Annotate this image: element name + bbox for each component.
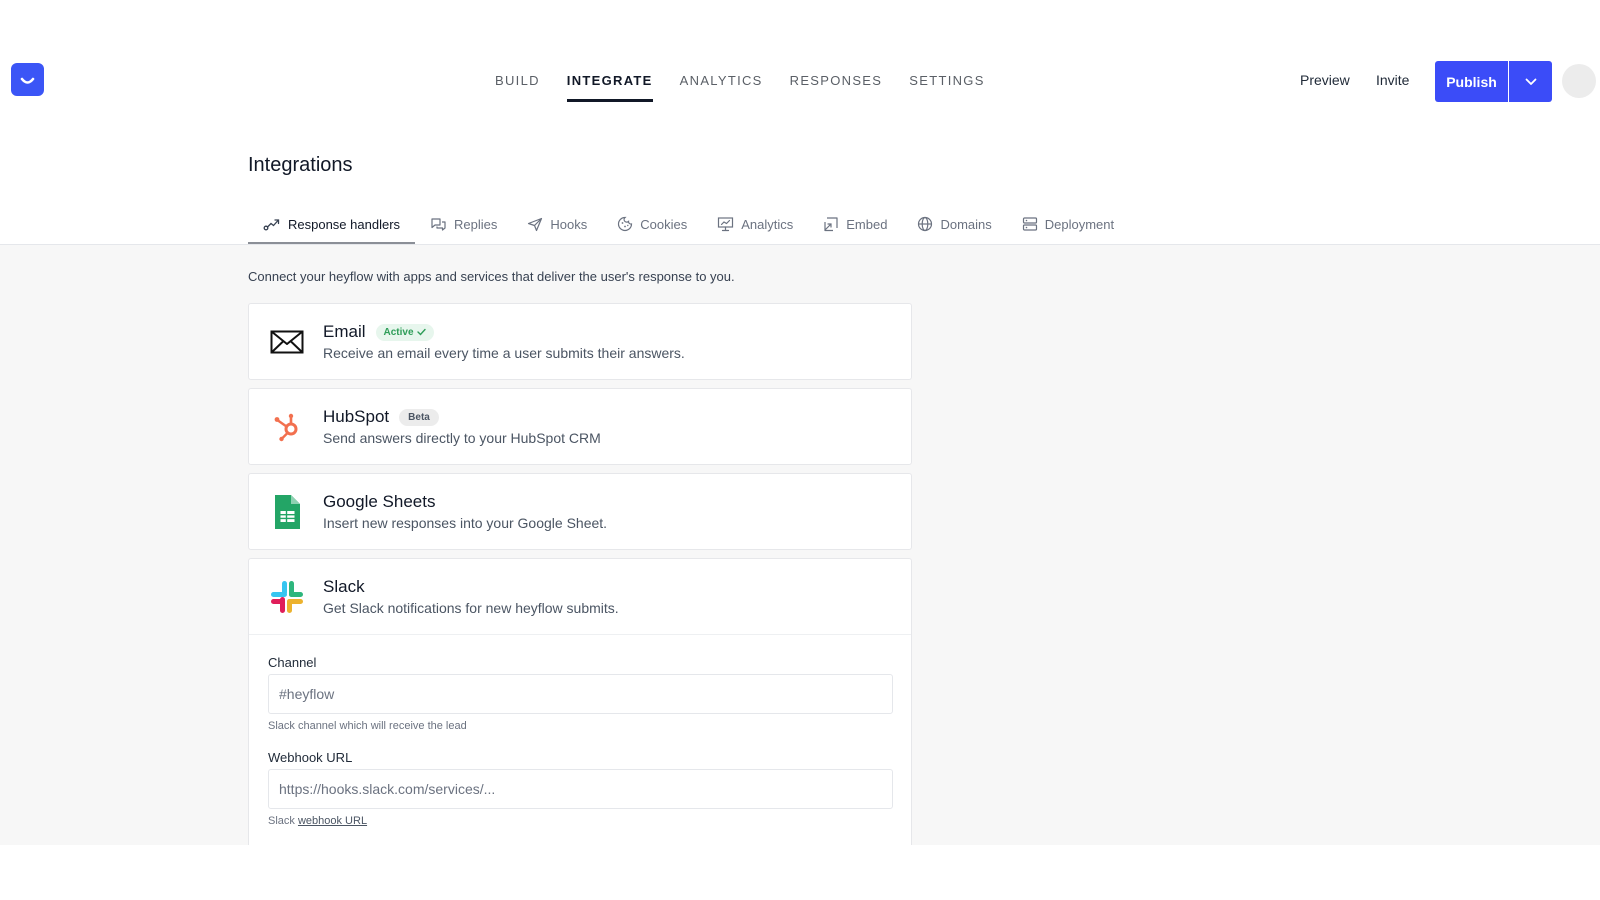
integration-description: Receive an email every time a user submi… [323, 345, 685, 361]
integration-description: Get Slack notifications for new heyflow … [323, 600, 619, 616]
integration-card-slack: Slack Get Slack notifications for new he… [248, 558, 912, 845]
subtab-replies[interactable]: Replies [415, 204, 512, 244]
subtab-domains[interactable]: Domains [902, 204, 1006, 244]
channel-input[interactable] [268, 674, 893, 714]
webhook-url-link[interactable]: webhook URL [298, 815, 367, 827]
hubspot-icon [274, 413, 298, 442]
preview-button[interactable]: Preview [1300, 72, 1350, 88]
integration-card-hubspot[interactable]: HubSpot Beta Send answers directly to yo… [248, 388, 912, 465]
subtab-analytics[interactable]: Analytics [702, 204, 808, 244]
status-badge-label: Active [383, 326, 414, 338]
server-icon [1022, 217, 1037, 231]
subtab-label: Replies [454, 216, 498, 232]
integration-subtabs: Response handlers Replies Hooks Cookies … [248, 204, 1129, 244]
integration-card-email[interactable]: Email Active Receive an email every time… [248, 303, 912, 380]
subtab-label: Embed [846, 216, 888, 232]
integration-name: Google Sheets [323, 492, 436, 511]
subtab-label: Cookies [640, 216, 688, 232]
webhook-url-input[interactable] [268, 769, 893, 809]
send-icon [528, 217, 543, 231]
presentation-chart-icon [718, 217, 734, 232]
subtab-response-handlers[interactable]: Response handlers [248, 204, 416, 244]
main-nav: BUILD INTEGRATE ANALYTICS RESPONSES SETT… [495, 60, 985, 102]
nav-tab-analytics[interactable]: ANALYTICS [680, 60, 763, 102]
slack-icon [271, 581, 303, 613]
globe-icon [918, 216, 933, 232]
chevron-down-icon [1525, 78, 1536, 85]
subtab-label: Response handlers [288, 216, 401, 232]
integration-card-google-sheets[interactable]: Google Sheets Insert new responses into … [248, 473, 912, 550]
subtab-label: Analytics [741, 216, 794, 232]
envelope-icon [270, 330, 304, 354]
publish-options-button[interactable] [1509, 61, 1552, 102]
subtab-label: Domains [940, 216, 992, 232]
subtab-embed[interactable]: Embed [808, 204, 902, 244]
nav-tab-settings[interactable]: SETTINGS [909, 60, 984, 102]
embed-icon [824, 217, 838, 232]
intro-text: Connect your heyflow with apps and servi… [248, 269, 735, 284]
invite-button[interactable]: Invite [1376, 72, 1409, 88]
subtab-label: Hooks [550, 216, 588, 232]
slack-settings-form: Channel Slack channel which will receive… [249, 634, 911, 845]
check-icon [416, 328, 426, 336]
publish-button-group: Publish [1435, 61, 1552, 102]
subtab-deployment[interactable]: Deployment [1007, 204, 1129, 244]
integrations-content: Connect your heyflow with apps and servi… [0, 244, 1600, 845]
webhook-url-hint: Slack webhook URL [268, 815, 893, 827]
slack-card-header[interactable]: Slack Get Slack notifications for new he… [249, 559, 911, 634]
route-icon [263, 219, 280, 231]
publish-button[interactable]: Publish [1435, 61, 1508, 102]
channel-label: Channel [268, 655, 317, 670]
integration-name: Email [323, 322, 366, 341]
chat-bubbles-icon [431, 217, 446, 231]
webhook-url-label: Webhook URL [268, 750, 353, 765]
user-avatar[interactable] [1562, 64, 1596, 98]
nav-tab-integrate[interactable]: INTEGRATE [566, 60, 653, 102]
integration-description: Send answers directly to your HubSpot CR… [323, 430, 601, 446]
cookie-icon [618, 216, 633, 232]
nav-tab-responses[interactable]: RESPONSES [790, 60, 883, 102]
subtab-label: Deployment [1044, 216, 1115, 232]
google-sheets-icon [275, 495, 300, 529]
channel-hint: Slack channel which will receive the lea… [268, 720, 467, 732]
subtab-hooks[interactable]: Hooks [512, 204, 602, 244]
subtab-cookies[interactable]: Cookies [602, 204, 702, 244]
webhook-hint-prefix: Slack [268, 815, 295, 827]
smile-logo-icon [20, 77, 35, 84]
integration-description: Insert new responses into your Google Sh… [323, 515, 608, 531]
status-badge: Active [375, 323, 434, 341]
page-title: Integrations [248, 154, 353, 176]
nav-tab-build[interactable]: BUILD [495, 60, 540, 102]
integration-name: Slack [323, 577, 365, 596]
integration-name: HubSpot [323, 407, 390, 426]
heyflow-logo[interactable] [11, 63, 44, 96]
beta-badge: Beta [399, 408, 439, 426]
